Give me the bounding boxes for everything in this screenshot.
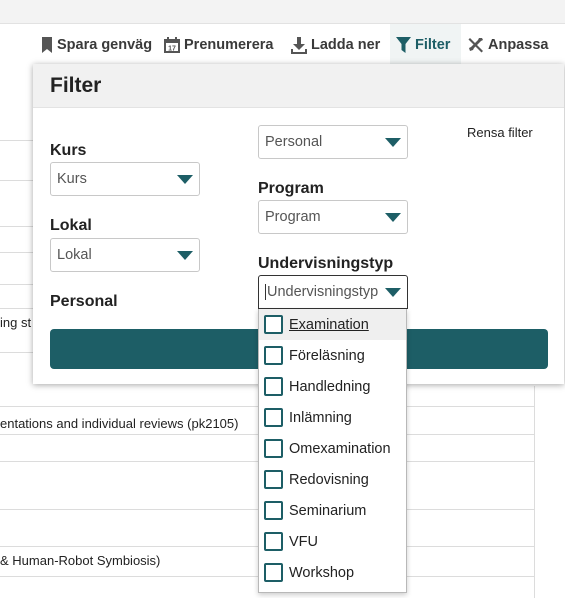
schedule-row-text: & Human-Robot Symbiosis) bbox=[0, 553, 161, 568]
lokal-select[interactable]: Lokal bbox=[50, 238, 200, 272]
option-handledning[interactable]: Handledning bbox=[259, 371, 406, 402]
option-label: Inlämning bbox=[289, 409, 352, 426]
checkbox[interactable] bbox=[264, 563, 283, 582]
bookmark-icon bbox=[42, 37, 52, 53]
option-label: Omexamination bbox=[289, 440, 391, 457]
option-label: Redovisning bbox=[289, 471, 369, 488]
option-workshop[interactable]: Workshop bbox=[259, 557, 406, 588]
program-select[interactable]: Program bbox=[258, 200, 408, 234]
option-vfu[interactable]: VFU bbox=[259, 526, 406, 557]
filter-tab-label: Filter bbox=[415, 37, 451, 53]
option-label: Examination bbox=[289, 316, 369, 333]
schedule-row-text: ing st bbox=[0, 315, 32, 330]
subscribe-button[interactable]: 17 Prenumerera bbox=[164, 24, 273, 66]
lokal-select-value: Lokal bbox=[57, 247, 92, 263]
checkbox[interactable] bbox=[264, 377, 283, 396]
personal-select[interactable]: Personal bbox=[258, 125, 408, 159]
subscribe-label: Prenumerera bbox=[184, 37, 274, 53]
schedule-row-text: entations and individual reviews (pk2105… bbox=[0, 416, 239, 431]
checkbox[interactable] bbox=[264, 439, 283, 458]
program-select-value: Program bbox=[265, 209, 321, 225]
personal-label: Personal bbox=[50, 293, 118, 310]
option-label: Workshop bbox=[289, 564, 355, 581]
kurs-select-value: Kurs bbox=[57, 171, 87, 187]
option-redovisning[interactable]: Redovisning bbox=[259, 464, 406, 495]
checkbox[interactable] bbox=[264, 315, 283, 334]
chevron-down-icon bbox=[385, 138, 401, 147]
chevron-down-icon bbox=[385, 288, 401, 297]
download-button[interactable]: Ladda ner bbox=[291, 24, 380, 66]
top-bar bbox=[0, 0, 565, 24]
chevron-down-icon bbox=[177, 251, 193, 260]
download-icon bbox=[291, 36, 307, 54]
kurs-label: Kurs bbox=[50, 142, 87, 159]
text-cursor bbox=[265, 284, 266, 300]
option-examination[interactable]: Examination bbox=[259, 309, 406, 340]
filter-icon bbox=[396, 37, 411, 53]
option-label: VFU bbox=[289, 533, 318, 550]
filter-tab[interactable]: Filter bbox=[390, 24, 461, 66]
option-inlamning[interactable]: Inlämning bbox=[259, 402, 406, 433]
checkbox[interactable] bbox=[264, 346, 283, 365]
program-label: Program bbox=[258, 180, 324, 197]
option-forelasning[interactable]: Föreläsning bbox=[259, 340, 406, 371]
filter-panel-title: Filter bbox=[33, 64, 564, 108]
checkbox[interactable] bbox=[264, 470, 283, 489]
undervisningstyp-label: Undervisningstyp bbox=[258, 255, 394, 272]
calendar-icon: 17 bbox=[164, 37, 180, 53]
customize-button[interactable]: Anpassa bbox=[468, 24, 548, 66]
option-seminarium[interactable]: Seminarium bbox=[259, 495, 406, 526]
tools-icon bbox=[468, 38, 483, 53]
checkbox[interactable] bbox=[264, 408, 283, 427]
checkbox[interactable] bbox=[264, 532, 283, 551]
save-shortcut-button[interactable]: Spara genväg bbox=[41, 24, 152, 66]
chevron-down-icon bbox=[385, 213, 401, 222]
undervisningstyp-select[interactable]: Undervisningstyp bbox=[258, 275, 408, 309]
option-label: Handledning bbox=[289, 378, 371, 395]
option-label: Seminarium bbox=[289, 502, 367, 519]
undervisningstyp-options: Examination Föreläsning Handledning Inlä… bbox=[258, 309, 407, 593]
clear-filter-link[interactable]: Rensa filter bbox=[467, 125, 533, 140]
toolbar: Spara genväg 17 Prenumerera Ladda ner Fi… bbox=[0, 24, 565, 66]
option-omexamination[interactable]: Omexamination bbox=[259, 433, 406, 464]
chevron-down-icon bbox=[177, 175, 193, 184]
option-label: Föreläsning bbox=[289, 347, 365, 364]
svg-text:17: 17 bbox=[168, 46, 176, 53]
undervisningstyp-placeholder: Undervisningstyp bbox=[267, 284, 379, 300]
save-shortcut-label: Spara genväg bbox=[57, 37, 153, 53]
kurs-select[interactable]: Kurs bbox=[50, 162, 200, 196]
checkbox[interactable] bbox=[264, 501, 283, 520]
download-label: Ladda ner bbox=[311, 37, 381, 53]
lokal-label: Lokal bbox=[50, 217, 92, 234]
personal-select-value: Personal bbox=[265, 134, 323, 150]
customize-label: Anpassa bbox=[488, 37, 549, 53]
